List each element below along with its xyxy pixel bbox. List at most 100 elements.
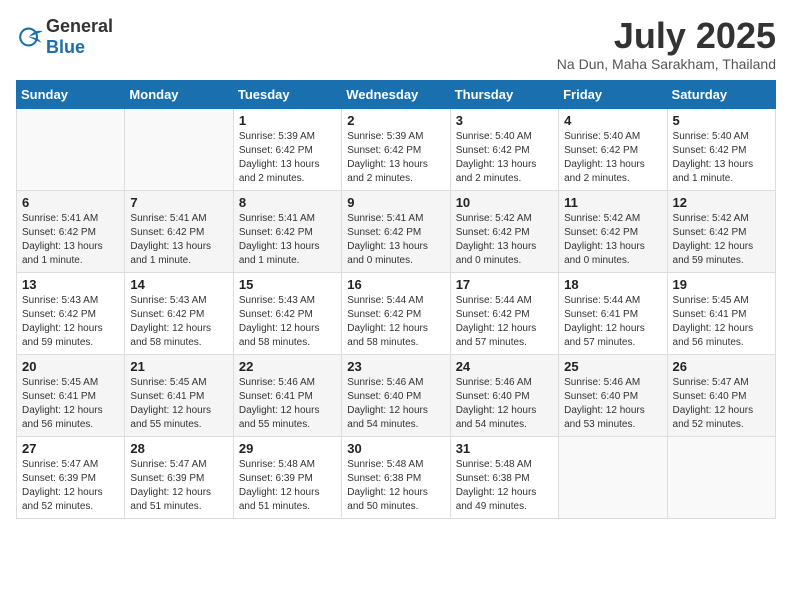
day-info: Sunrise: 5:43 AM Sunset: 6:42 PM Dayligh… — [130, 294, 227, 350]
calendar-cell: 26 Sunrise: 5:47 AM Sunset: 6:40 PM Dayli… — [667, 354, 775, 436]
calendar-cell: 18 Sunrise: 5:44 AM Sunset: 6:41 PM Dayli… — [559, 272, 667, 354]
calendar-cell: 16 Sunrise: 5:44 AM Sunset: 6:42 PM Dayli… — [342, 272, 450, 354]
calendar-week-4: 20 Sunrise: 5:45 AM Sunset: 6:41 PM Dayli… — [17, 354, 776, 436]
day-number: 3 — [456, 113, 553, 128]
calendar-cell: 31 Sunrise: 5:48 AM Sunset: 6:38 PM Dayli… — [450, 436, 558, 518]
calendar-cell: 11 Sunrise: 5:42 AM Sunset: 6:42 PM Dayli… — [559, 190, 667, 272]
calendar-week-3: 13 Sunrise: 5:43 AM Sunset: 6:42 PM Dayli… — [17, 272, 776, 354]
calendar-cell — [17, 108, 125, 190]
day-info: Sunrise: 5:48 AM Sunset: 6:39 PM Dayligh… — [239, 458, 336, 514]
weekday-header-thursday: Thursday — [450, 80, 558, 108]
weekday-header-wednesday: Wednesday — [342, 80, 450, 108]
day-number: 27 — [22, 441, 119, 456]
calendar-cell: 29 Sunrise: 5:48 AM Sunset: 6:39 PM Dayli… — [233, 436, 341, 518]
calendar-cell: 9 Sunrise: 5:41 AM Sunset: 6:42 PM Daylig… — [342, 190, 450, 272]
calendar-cell: 1 Sunrise: 5:39 AM Sunset: 6:42 PM Daylig… — [233, 108, 341, 190]
calendar-cell: 4Sunrise: 5:40 AM Sunset: 6:42 PM Daylig… — [559, 108, 667, 190]
day-info: Sunrise: 5:48 AM Sunset: 6:38 PM Dayligh… — [347, 458, 444, 514]
location-title: Na Dun, Maha Sarakham, Thailand — [557, 56, 776, 72]
calendar-cell: 13 Sunrise: 5:43 AM Sunset: 6:42 PM Dayli… — [17, 272, 125, 354]
day-number: 26 — [673, 359, 770, 374]
day-info: Sunrise: 5:44 AM Sunset: 6:42 PM Dayligh… — [456, 294, 553, 350]
calendar-cell: 3 Sunrise: 5:40 AM Sunset: 6:42 PM Daylig… — [450, 108, 558, 190]
calendar-week-2: 6Sunrise: 5:41 AM Sunset: 6:42 PM Daylig… — [17, 190, 776, 272]
calendar-cell: 14 Sunrise: 5:43 AM Sunset: 6:42 PM Dayli… — [125, 272, 233, 354]
calendar-cell: 5Sunrise: 5:40 AM Sunset: 6:42 PM Daylig… — [667, 108, 775, 190]
day-info: Sunrise: 5:39 AM Sunset: 6:42 PM Dayligh… — [239, 130, 336, 186]
day-number: 9 — [347, 195, 444, 210]
weekday-header-monday: Monday — [125, 80, 233, 108]
day-number: 22 — [239, 359, 336, 374]
day-number: 25 — [564, 359, 661, 374]
day-number: 19 — [673, 277, 770, 292]
day-number: 31 — [456, 441, 553, 456]
calendar-cell: 2Sunrise: 5:39 AM Sunset: 6:42 PM Daylig… — [342, 108, 450, 190]
day-info: Sunrise: 5:46 AM Sunset: 6:40 PM Dayligh… — [456, 376, 553, 432]
calendar-cell: 19 Sunrise: 5:45 AM Sunset: 6:41 PM Dayli… — [667, 272, 775, 354]
month-title: July 2025 — [557, 16, 776, 56]
calendar-week-1: 1 Sunrise: 5:39 AM Sunset: 6:42 PM Daylig… — [17, 108, 776, 190]
calendar-cell: 10Sunrise: 5:42 AM Sunset: 6:42 PM Dayli… — [450, 190, 558, 272]
logo: General Blue — [16, 16, 113, 58]
calendar-cell: 22 Sunrise: 5:46 AM Sunset: 6:41 PM Dayli… — [233, 354, 341, 436]
day-number: 30 — [347, 441, 444, 456]
day-number: 5 — [673, 113, 770, 128]
day-info: Sunrise: 5:45 AM Sunset: 6:41 PM Dayligh… — [22, 376, 119, 432]
calendar-cell: 27 Sunrise: 5:47 AM Sunset: 6:39 PM Dayli… — [17, 436, 125, 518]
weekday-header-saturday: Saturday — [667, 80, 775, 108]
day-number: 11 — [564, 195, 661, 210]
day-number: 20 — [22, 359, 119, 374]
day-info: Sunrise: 5:41 AM Sunset: 6:42 PM Dayligh… — [347, 212, 444, 268]
day-info: Sunrise: 5:46 AM Sunset: 6:41 PM Dayligh… — [239, 376, 336, 432]
calendar-cell — [667, 436, 775, 518]
day-number: 29 — [239, 441, 336, 456]
day-info: Sunrise: 5:47 AM Sunset: 6:40 PM Dayligh… — [673, 376, 770, 432]
day-info: Sunrise: 5:45 AM Sunset: 6:41 PM Dayligh… — [130, 376, 227, 432]
day-info: Sunrise: 5:41 AM Sunset: 6:42 PM Dayligh… — [22, 212, 119, 268]
day-number: 1 — [239, 113, 336, 128]
calendar-cell: 6Sunrise: 5:41 AM Sunset: 6:42 PM Daylig… — [17, 190, 125, 272]
day-info: Sunrise: 5:44 AM Sunset: 6:41 PM Dayligh… — [564, 294, 661, 350]
day-number: 21 — [130, 359, 227, 374]
weekday-header-tuesday: Tuesday — [233, 80, 341, 108]
calendar-cell: 30 Sunrise: 5:48 AM Sunset: 6:38 PM Dayli… — [342, 436, 450, 518]
day-number: 15 — [239, 277, 336, 292]
day-info: Sunrise: 5:42 AM Sunset: 6:42 PM Dayligh… — [564, 212, 661, 268]
day-info: Sunrise: 5:46 AM Sunset: 6:40 PM Dayligh… — [347, 376, 444, 432]
calendar-cell: 24Sunrise: 5:46 AM Sunset: 6:40 PM Dayli… — [450, 354, 558, 436]
day-info: Sunrise: 5:43 AM Sunset: 6:42 PM Dayligh… — [22, 294, 119, 350]
day-number: 18 — [564, 277, 661, 292]
calendar-header-row: SundayMondayTuesdayWednesdayThursdayFrid… — [17, 80, 776, 108]
day-number: 23 — [347, 359, 444, 374]
day-info: Sunrise: 5:40 AM Sunset: 6:42 PM Dayligh… — [456, 130, 553, 186]
day-info: Sunrise: 5:41 AM Sunset: 6:42 PM Dayligh… — [239, 212, 336, 268]
calendar-cell: 12Sunrise: 5:42 AM Sunset: 6:42 PM Dayli… — [667, 190, 775, 272]
calendar-cell: 15 Sunrise: 5:43 AM Sunset: 6:42 PM Dayli… — [233, 272, 341, 354]
calendar-cell: 7Sunrise: 5:41 AM Sunset: 6:42 PM Daylig… — [125, 190, 233, 272]
day-info: Sunrise: 5:44 AM Sunset: 6:42 PM Dayligh… — [347, 294, 444, 350]
calendar-cell: 23 Sunrise: 5:46 AM Sunset: 6:40 PM Dayli… — [342, 354, 450, 436]
day-number: 8 — [239, 195, 336, 210]
day-info: Sunrise: 5:47 AM Sunset: 6:39 PM Dayligh… — [22, 458, 119, 514]
day-number: 13 — [22, 277, 119, 292]
day-info: Sunrise: 5:45 AM Sunset: 6:41 PM Dayligh… — [673, 294, 770, 350]
day-info: Sunrise: 5:39 AM Sunset: 6:42 PM Dayligh… — [347, 130, 444, 186]
calendar-cell: 8 Sunrise: 5:41 AM Sunset: 6:42 PM Daylig… — [233, 190, 341, 272]
logo-icon — [16, 23, 44, 51]
title-section: July 2025 Na Dun, Maha Sarakham, Thailan… — [557, 16, 776, 72]
day-number: 14 — [130, 277, 227, 292]
day-info: Sunrise: 5:46 AM Sunset: 6:40 PM Dayligh… — [564, 376, 661, 432]
day-number: 17 — [456, 277, 553, 292]
day-number: 28 — [130, 441, 227, 456]
day-info: Sunrise: 5:48 AM Sunset: 6:38 PM Dayligh… — [456, 458, 553, 514]
day-number: 16 — [347, 277, 444, 292]
calendar-cell: 20 Sunrise: 5:45 AM Sunset: 6:41 PM Dayli… — [17, 354, 125, 436]
page-header: General Blue July 2025 Na Dun, Maha Sara… — [16, 16, 776, 72]
day-info: Sunrise: 5:43 AM Sunset: 6:42 PM Dayligh… — [239, 294, 336, 350]
day-info: Sunrise: 5:47 AM Sunset: 6:39 PM Dayligh… — [130, 458, 227, 514]
calendar-cell: 25 Sunrise: 5:46 AM Sunset: 6:40 PM Dayli… — [559, 354, 667, 436]
calendar-cell: 21 Sunrise: 5:45 AM Sunset: 6:41 PM Dayli… — [125, 354, 233, 436]
day-number: 10 — [456, 195, 553, 210]
day-number: 12 — [673, 195, 770, 210]
day-number: 7 — [130, 195, 227, 210]
